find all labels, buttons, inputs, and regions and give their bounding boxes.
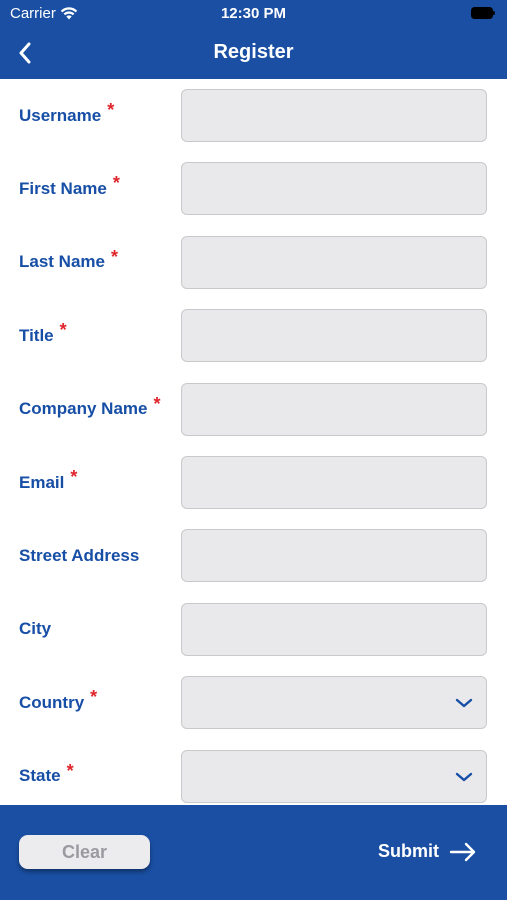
form-row-email: Email * — [0, 446, 507, 519]
clear-button[interactable]: Clear — [19, 835, 150, 869]
bottom-action-bar: Clear Submit — [0, 805, 507, 900]
company-name-input[interactable] — [182, 383, 486, 435]
form-row-username: Username * — [0, 79, 507, 152]
street-address-label-text: Street Address — [19, 545, 140, 565]
chevron-down-icon — [455, 698, 473, 708]
city-field — [181, 602, 487, 656]
last-name-field — [181, 235, 487, 289]
title-label: Title * — [19, 299, 67, 372]
form-row-last-name: Last Name * — [0, 226, 507, 299]
country-label: Country * — [19, 666, 97, 739]
last-name-input[interactable] — [182, 236, 486, 288]
required-asterisk: * — [112, 173, 120, 194]
form-row-city: City — [0, 593, 507, 666]
username-field — [181, 89, 487, 142]
city-label: City — [19, 593, 51, 666]
arrow-right-icon — [449, 842, 476, 861]
city-label-text: City — [19, 619, 52, 639]
navigation-bar: Register — [0, 28, 507, 79]
company-name-field — [181, 382, 487, 436]
city-input[interactable] — [182, 603, 486, 655]
title-field — [181, 309, 487, 363]
state-label: State * — [19, 740, 74, 805]
form-row-first-name: First Name * — [0, 152, 507, 225]
first-name-input[interactable] — [182, 163, 486, 215]
form-row-company-name: Company Name * — [0, 373, 507, 446]
register-screen: Carrier 12:30 PM Register Username * Fir… — [0, 0, 507, 900]
required-asterisk: * — [107, 100, 115, 120]
first-name-label-text: First Name — [19, 178, 107, 198]
required-asterisk: * — [90, 687, 98, 708]
country-label-text: Country — [19, 692, 85, 712]
email-label-text: Email — [19, 472, 65, 492]
state-label-text: State — [19, 766, 61, 786]
form-row-title: Title * — [0, 299, 507, 372]
submit-label: Submit — [378, 841, 439, 861]
company-name-label: Company Name * — [19, 373, 161, 446]
required-asterisk: * — [59, 320, 67, 341]
title-label-text: Title — [19, 325, 54, 345]
form-row-state: State * — [0, 740, 507, 805]
title-input[interactable] — [182, 310, 486, 362]
status-time: 12:30 PM — [220, 5, 287, 22]
form-row-street-address: Street Address — [0, 519, 507, 592]
registration-form: Username * First Name * Last Name * Title * Comp… — [0, 79, 507, 805]
company-name-label-text: Company Name — [19, 399, 148, 419]
required-asterisk: * — [153, 393, 161, 414]
first-name-field — [181, 162, 487, 216]
required-asterisk: * — [110, 246, 118, 267]
submit-button[interactable]: Submit — [378, 841, 477, 862]
country-select[interactable] — [181, 676, 487, 730]
street-address-input[interactable] — [182, 530, 486, 582]
email-label: Email * — [19, 446, 77, 519]
required-asterisk: * — [70, 467, 78, 487]
username-input[interactable] — [182, 90, 486, 141]
battery-icon — [471, 7, 495, 19]
street-address-field — [181, 529, 487, 583]
state-select[interactable] — [181, 749, 487, 803]
page-title: Register — [213, 41, 294, 63]
last-name-label: Last Name * — [19, 226, 118, 299]
street-address-label: Street Address — [19, 519, 139, 592]
first-name-label: First Name * — [19, 152, 120, 225]
chevron-down-icon — [455, 772, 473, 781]
last-name-label-text: Last Name — [19, 252, 105, 272]
username-label: Username * — [19, 79, 114, 152]
email-input[interactable] — [182, 457, 486, 508]
form-row-country: Country * — [0, 666, 507, 739]
email-field — [181, 456, 487, 509]
required-asterisk: * — [66, 760, 74, 781]
username-label-text: Username — [19, 105, 102, 125]
status-bar: Carrier 12:30 PM — [0, 0, 507, 28]
top-bar: Carrier 12:30 PM Register — [0, 0, 507, 79]
